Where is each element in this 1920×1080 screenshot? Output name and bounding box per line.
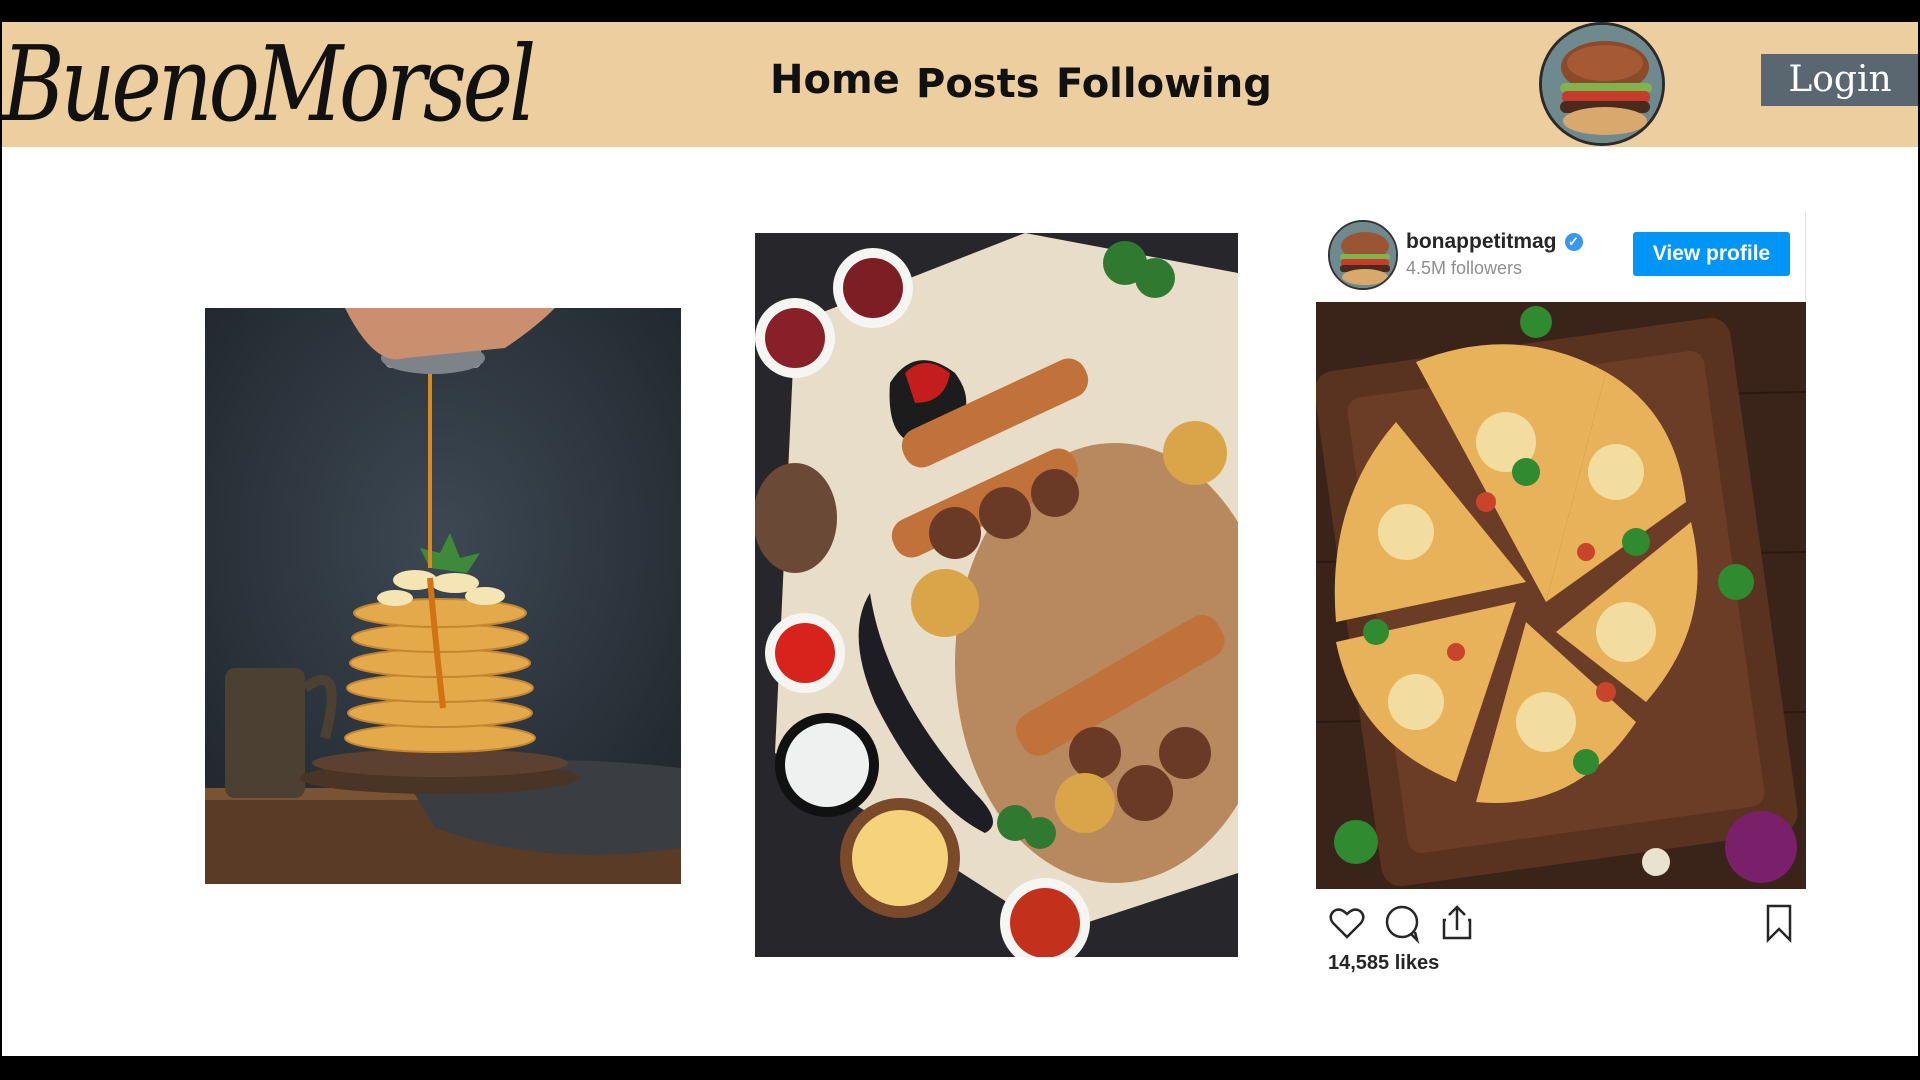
- instagram-username[interactable]: bonappetitmag ✓: [1406, 230, 1583, 254]
- nav-following[interactable]: Following: [1056, 22, 1272, 147]
- site-logo[interactable]: BuenoMorsel: [2, 22, 536, 147]
- instagram-header: bonappetitmag ✓ 4.5M followers View prof…: [1316, 212, 1806, 302]
- heart-icon[interactable]: [1326, 902, 1368, 944]
- nav-posts[interactable]: Posts: [916, 22, 1040, 147]
- nav-home[interactable]: Home: [770, 22, 900, 143]
- share-icon[interactable]: [1436, 902, 1478, 944]
- pizza-post-photo[interactable]: [1316, 302, 1806, 889]
- instagram-embed: bonappetitmag ✓ 4.5M followers View prof…: [1316, 212, 1806, 992]
- follower-count: 4.5M followers: [1406, 258, 1523, 278]
- comment-icon[interactable]: [1381, 902, 1423, 945]
- pancake-stack-photo[interactable]: [205, 308, 681, 884]
- burger-avatar-icon[interactable]: [1539, 22, 1665, 146]
- bookmark-icon[interactable]: [1758, 902, 1800, 944]
- view-profile-button[interactable]: View profile: [1633, 232, 1790, 276]
- like-count: 14,585 likes: [1328, 952, 1440, 974]
- grilled-skewers-photo[interactable]: [755, 233, 1238, 957]
- site-header: BuenoMorsel Home Posts Following Login: [2, 22, 1918, 147]
- login-button[interactable]: Login: [1761, 54, 1918, 106]
- page: BuenoMorsel Home Posts Following Login b…: [2, 22, 1918, 1056]
- verified-icon: ✓: [1564, 233, 1583, 251]
- profile-avatar-icon[interactable]: [1328, 220, 1398, 290]
- post-actions: [1316, 902, 1806, 945]
- username-text[interactable]: bonappetitmag: [1406, 230, 1557, 254]
- screen-frame: BuenoMorsel Home Posts Following Login b…: [0, 0, 1920, 1080]
